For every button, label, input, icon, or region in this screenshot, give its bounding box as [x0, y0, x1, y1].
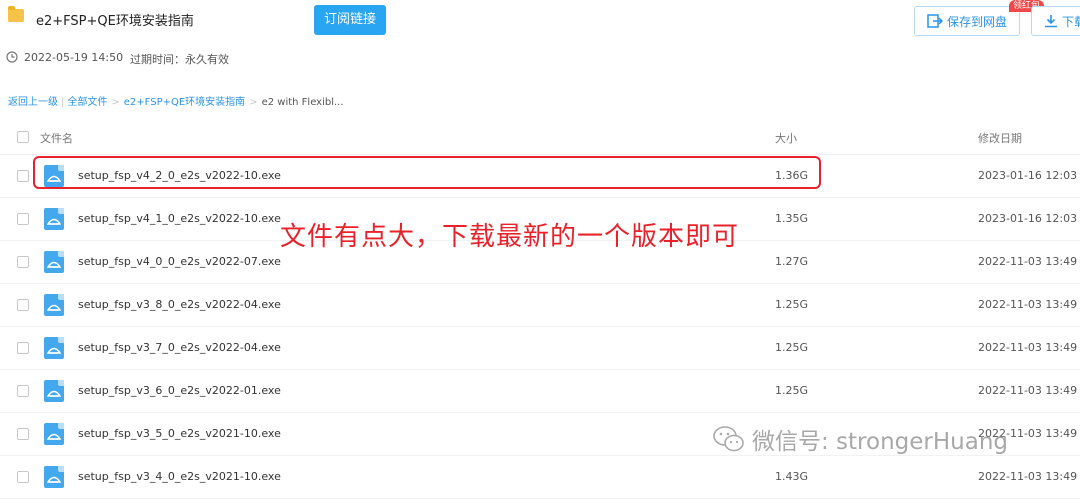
row-checkbox[interactable] — [17, 170, 29, 182]
breadcrumb: 返回上一级 | 全部文件 > e2+FSP+QE环境安装指南 > e2 with Flexi… — [8, 93, 344, 108]
file-size: 1.25G — [775, 341, 809, 354]
row-checkbox[interactable] — [17, 428, 29, 440]
exe-file-icon — [44, 251, 64, 273]
row-checkbox[interactable] — [17, 256, 29, 268]
row-checkbox[interactable] — [17, 471, 29, 483]
exe-file-icon — [44, 337, 64, 359]
save-icon — [927, 14, 943, 28]
watermark-text: 微信号: strongerHuang — [752, 429, 1009, 455]
download-label: 下载 — [1062, 14, 1080, 29]
column-header-name[interactable]: 文件名 — [40, 130, 73, 146]
folder-icon — [8, 6, 24, 22]
row-checkbox[interactable] — [17, 385, 29, 397]
watermark: 微信号: strongerHuang — [712, 422, 1008, 456]
select-all-checkbox[interactable] — [17, 131, 29, 143]
save-to-netdisk-button[interactable]: 保存到网盘 — [914, 6, 1020, 36]
column-header-date[interactable]: 修改日期 — [978, 130, 1022, 146]
row-checkbox[interactable] — [17, 213, 29, 225]
breadcrumb-separator: > — [111, 97, 120, 108]
file-date: 2022-11-03 13:49 — [978, 298, 1078, 311]
file-size: 1.35G — [775, 212, 809, 225]
exe-file-icon — [44, 423, 64, 445]
clock-icon — [6, 51, 18, 63]
file-date: 2023-01-16 12:03 — [978, 169, 1078, 182]
file-date: 2023-01-16 12:03 — [978, 212, 1078, 225]
breadcrumb-folder[interactable]: e2+FSP+QE环境安装指南 — [124, 97, 245, 108]
wechat-icon — [713, 426, 744, 452]
breadcrumb-current: e2 with Flexibl... — [261, 97, 344, 108]
exe-file-icon — [44, 208, 64, 230]
file-size: 1.25G — [775, 298, 809, 311]
exe-file-icon — [44, 294, 64, 316]
column-header-size[interactable]: 大小 — [775, 130, 797, 146]
breadcrumb-bar: | — [61, 97, 65, 108]
download-button[interactable]: 下载 — [1031, 6, 1080, 36]
page-title: e2+FSP+QE环境安装指南 — [36, 14, 194, 29]
breadcrumb-back[interactable]: 返回上一级 — [8, 97, 58, 108]
file-date: 2022-11-03 13:49 — [978, 341, 1078, 354]
share-date: 2022-05-19 14:50 — [24, 51, 124, 64]
file-name[interactable]: setup_fsp_v3_4_0_e2s_v2021-10.exe — [78, 470, 281, 483]
download-icon — [1045, 15, 1057, 28]
subscribe-link-button[interactable]: 订阅链接 — [314, 5, 386, 35]
breadcrumb-all-files[interactable]: 全部文件 — [67, 97, 107, 108]
file-name[interactable]: setup_fsp_v3_8_0_e2s_v2022-04.exe — [78, 298, 281, 311]
exe-file-icon — [44, 380, 64, 402]
save-label: 保存到网盘 — [946, 14, 1007, 29]
file-date: 2022-11-03 13:49 — [978, 384, 1078, 397]
file-date: 2022-11-03 13:49 — [978, 470, 1078, 483]
table-row[interactable]: setup_fsp_v3_7_0_e2s_v2022-04.exe 1.25G 20… — [0, 327, 1080, 370]
file-name[interactable]: setup_fsp_v3_5_0_e2s_v2021-10.exe — [78, 427, 281, 440]
highlight-box — [33, 156, 821, 189]
row-checkbox[interactable] — [17, 342, 29, 354]
file-size: 1.27G — [775, 255, 809, 268]
expire-text: 过期时间：永久有效 — [130, 53, 229, 66]
table-row[interactable]: setup_fsp_v3_4_0_e2s_v2021-10.exe 1.43G 20… — [0, 456, 1080, 499]
table-row[interactable]: setup_fsp_v3_6_0_e2s_v2022-01.exe 1.25G 20… — [0, 370, 1080, 413]
file-size: 1.43G — [775, 470, 809, 483]
row-checkbox[interactable] — [17, 299, 29, 311]
file-name[interactable]: setup_fsp_v3_6_0_e2s_v2022-01.exe — [78, 384, 281, 397]
file-name[interactable]: setup_fsp_v4_1_0_e2s_v2022-10.exe — [78, 212, 281, 225]
file-date: 2022-11-03 13:49 — [978, 255, 1078, 268]
annotation-text: 文件有点大，下载最新的一个版本即可 — [280, 222, 740, 252]
breadcrumb-separator: > — [249, 97, 258, 108]
table-row[interactable]: setup_fsp_v3_8_0_e2s_v2022-04.exe 1.25G 20… — [0, 284, 1080, 327]
file-size: 1.25G — [775, 384, 809, 397]
file-name[interactable]: setup_fsp_v3_7_0_e2s_v2022-04.exe — [78, 341, 281, 354]
file-name[interactable]: setup_fsp_v4_0_0_e2s_v2022-07.exe — [78, 255, 281, 268]
exe-file-icon — [44, 466, 64, 488]
